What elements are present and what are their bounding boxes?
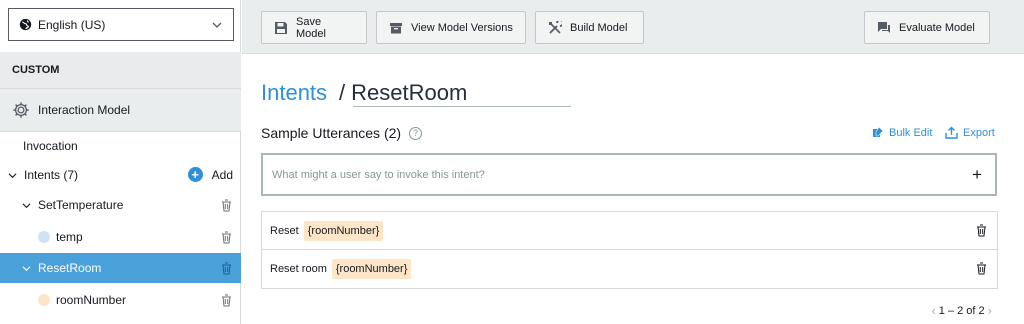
export-button[interactable]: Export [945, 126, 995, 139]
sidebar-item-label: ResetRoom [38, 261, 102, 275]
plus-circle-icon: + [187, 167, 203, 182]
bulk-edit-label: Bulk Edit [889, 126, 933, 139]
gear-icon [13, 102, 29, 118]
breadcrumb-intents-link[interactable]: Intents [261, 80, 327, 105]
sidebar-item-label: Invocation [23, 139, 78, 153]
sidebar-item-settemperature[interactable]: SetTemperature [0, 190, 241, 220]
utterance-row[interactable]: Reset {roomNumber} [262, 212, 997, 250]
trash-icon[interactable] [221, 262, 232, 275]
trash-icon[interactable] [976, 262, 987, 275]
build-model-button[interactable]: Build Model [535, 11, 644, 44]
view-versions-label: View Model Versions [411, 21, 513, 34]
trash-icon[interactable] [221, 231, 232, 244]
slot-dot [38, 231, 50, 243]
build-model-label: Build Model [570, 21, 628, 34]
utterance-text: Reset room [270, 263, 327, 275]
chat-bubbles-icon [878, 21, 890, 33]
archive-icon [390, 22, 402, 33]
breadcrumb-separator: / [339, 80, 346, 105]
bulk-edit-button[interactable]: Bulk Edit [871, 126, 932, 139]
pagination: ‹ 1 – 2 of 2 › [928, 303, 995, 318]
evaluate-model-label: Evaluate Model [899, 21, 975, 34]
pagination-label: 1 – 2 of 2 [938, 304, 985, 317]
sample-utterances-title: Sample Utterances (2) [261, 125, 402, 141]
trash-icon[interactable] [976, 224, 987, 237]
add-intent-button[interactable]: + Add [187, 167, 233, 182]
chevron-down-icon [22, 202, 31, 208]
section-title: Sample Utterances (2) ? [261, 125, 423, 141]
help-icon[interactable]: ? [409, 126, 423, 140]
trash-icon[interactable] [221, 294, 232, 307]
section-header: CUSTOM [0, 52, 241, 89]
slot-dot [38, 294, 50, 306]
sidebar-item-label: roomNumber [56, 293, 127, 307]
trash-icon[interactable] [221, 199, 232, 212]
utterance-placeholder: What might a user say to invoke this int… [272, 168, 485, 181]
utterance-row[interactable]: Reset room {roomNumber} [262, 250, 997, 288]
sidebar-item-label: SetTemperature [38, 198, 124, 212]
sidebar-item-resetroom[interactable]: ResetRoom [0, 253, 241, 283]
locale-label: English (US) [38, 17, 106, 32]
sidebar-item-label: Interaction Model [38, 103, 131, 117]
prev-page-icon[interactable]: ‹ [931, 303, 935, 318]
view-model-versions-button[interactable]: View Model Versions [376, 11, 526, 44]
globe-icon [19, 18, 32, 31]
evaluate-model-button[interactable]: Evaluate Model [864, 11, 990, 44]
slot-chip[interactable]: {roomNumber} [331, 259, 412, 279]
sidebar: English (US) CUSTOM Interaction Model In… [0, 0, 241, 324]
sidebar-item-temp[interactable]: temp [0, 222, 241, 252]
save-model-button[interactable]: Save Model [261, 11, 367, 44]
save-icon [274, 21, 287, 34]
utterance-list: Reset {roomNumber} Reset room {roomNumbe… [261, 211, 998, 289]
utterance-text: Reset [270, 224, 299, 237]
next-page-icon[interactable]: › [988, 303, 992, 318]
breadcrumb: Intents / ResetRoom [261, 80, 467, 106]
locale-select[interactable]: English (US) [8, 8, 234, 41]
bulk-edit-icon [873, 126, 884, 137]
slot-chip[interactable]: {roomNumber} [303, 220, 384, 241]
utterance-input[interactable]: What might a user say to invoke this int… [261, 153, 997, 196]
tools-icon [549, 20, 562, 34]
chevron-down-icon [8, 172, 17, 178]
intent-name[interactable]: ResetRoom [351, 80, 467, 105]
toolbar: Save Model View Model Versions Build Mod… [242, 0, 1024, 54]
intent-name-underline [353, 106, 571, 107]
sidebar-item-intents[interactable]: Intents (7) + Add [0, 160, 241, 190]
sidebar-item-invocation[interactable]: Invocation [0, 131, 241, 161]
sidebar-item-roomnumber[interactable]: roomNumber [0, 285, 241, 315]
export-label: Export [963, 126, 995, 139]
chevron-down-icon [22, 265, 31, 271]
chevron-down-icon [212, 22, 222, 28]
sidebar-item-interaction-model[interactable]: Interaction Model [0, 89, 241, 132]
sidebar-item-label: Intents (7) [24, 168, 79, 182]
sidebar-item-label: temp [56, 230, 83, 244]
export-icon [945, 126, 958, 139]
add-utterance-button[interactable]: + [972, 165, 982, 185]
add-label: Add [211, 167, 233, 182]
save-model-label: Save Model [295, 15, 326, 40]
